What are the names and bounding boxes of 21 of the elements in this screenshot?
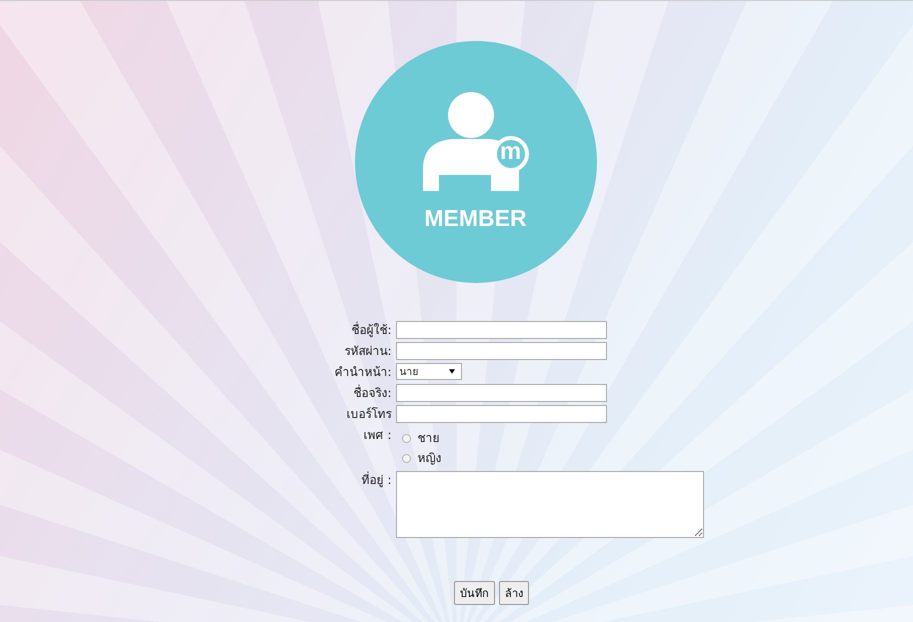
caret-icon	[448, 369, 454, 374]
radio-label: หญิง	[418, 450, 442, 467]
field-label: คำนำหน้า:	[333, 364, 392, 381]
address-field[interactable]	[396, 471, 704, 538]
text-field[interactable]	[396, 321, 606, 339]
logo-caption: MEMBER	[423, 205, 528, 232]
radio-label: ชาย	[418, 430, 440, 447]
field-label: ชื่อผู้ใช้:	[350, 321, 392, 339]
radio-button[interactable]	[402, 454, 410, 462]
text-field[interactable]	[396, 342, 606, 360]
field-label: ที่อยู่ :	[360, 471, 392, 489]
form-button[interactable]: ล้าง	[499, 581, 529, 605]
text-field[interactable]	[396, 384, 606, 402]
text-field[interactable]	[396, 405, 606, 423]
field-label: ชื่อจริง:	[352, 384, 392, 402]
field-label: รหัสผ่าน:	[343, 343, 392, 360]
radio-button[interactable]	[402, 434, 410, 442]
field-label: เบอร์โทร	[346, 406, 392, 423]
dropdown[interactable]: นาย	[396, 363, 462, 380]
form-button[interactable]: บันทึก	[454, 581, 495, 605]
field-label: เพศ :	[362, 427, 392, 444]
